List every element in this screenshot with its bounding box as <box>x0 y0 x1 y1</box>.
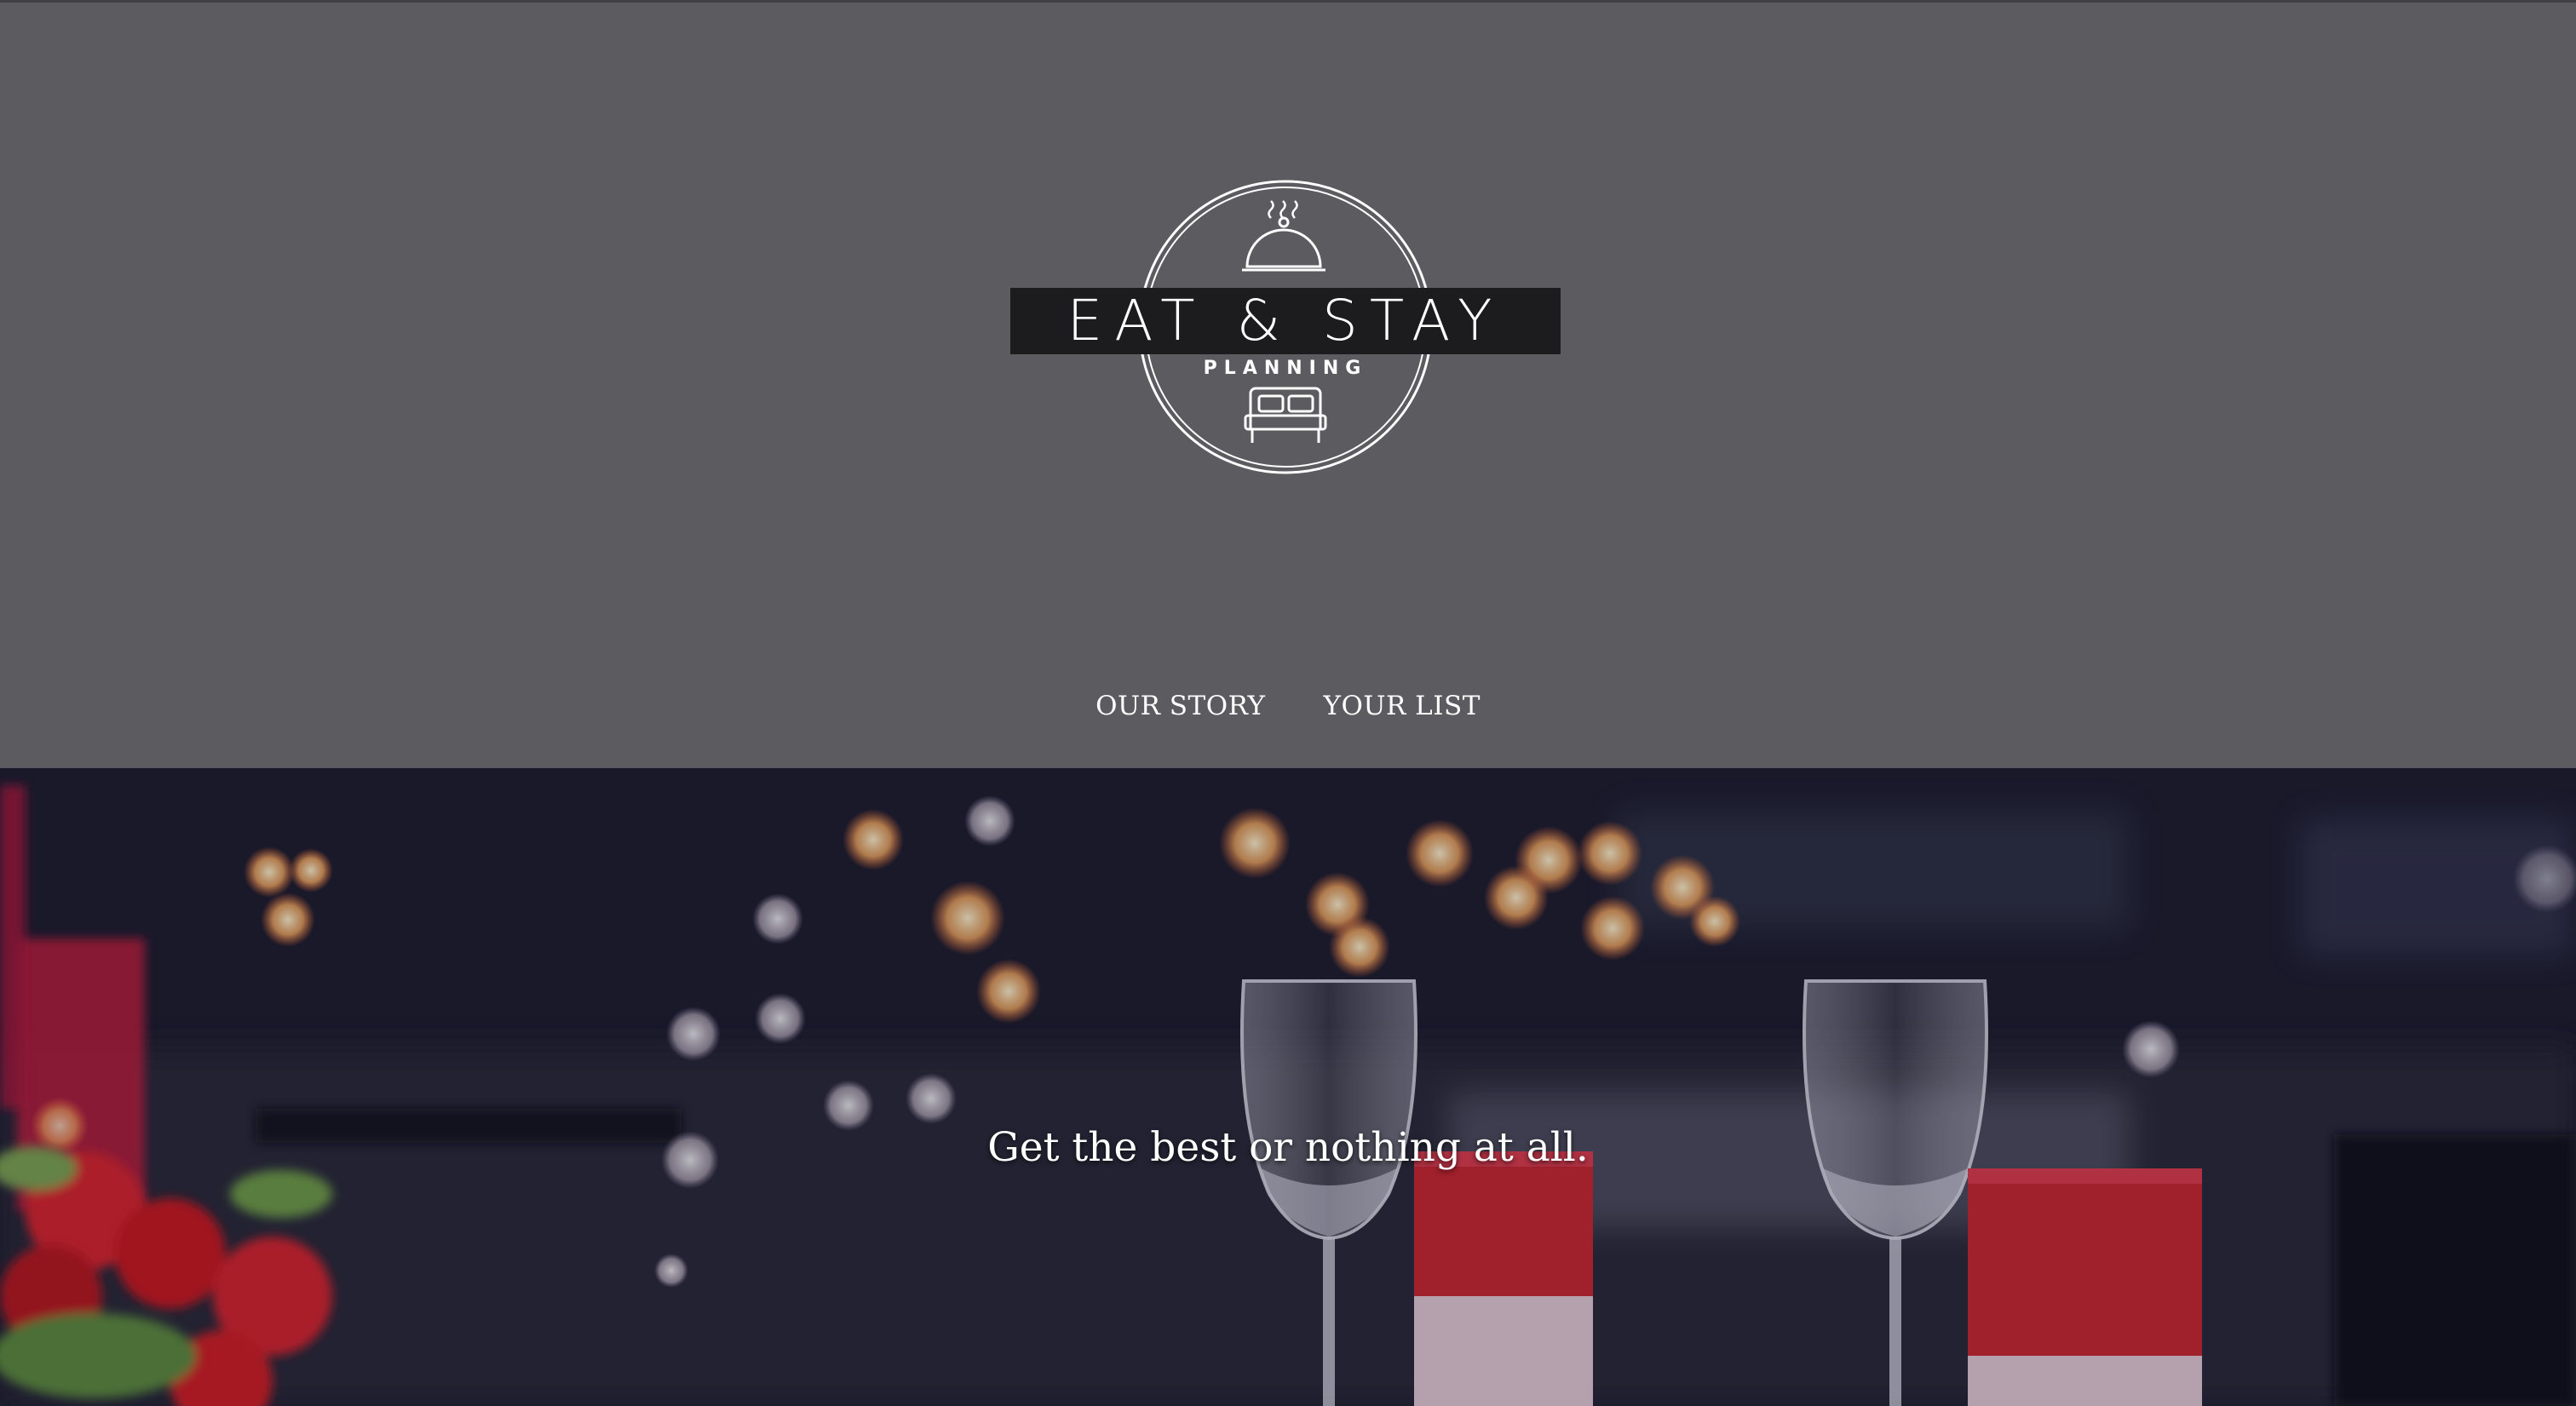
cloche-icon <box>1242 216 1325 272</box>
logo-subtitle: PLANNING <box>1204 358 1368 379</box>
logo-title: EAT & STAY <box>1067 288 1504 353</box>
logo-emblem: EAT & STAY PLANNING <box>1010 180 1561 474</box>
hero-banner: Get the best or nothing at all. <box>0 768 2576 1406</box>
hero-background-image <box>0 768 2576 1406</box>
steam-icon <box>1268 200 1298 219</box>
bed-icon <box>1244 387 1327 443</box>
site-header: EAT & STAY PLANNING OUR STORY YOUR LIST <box>0 0 2576 768</box>
nav-our-story[interactable]: OUR STORY <box>1095 691 1265 721</box>
nav-your-list[interactable]: YOUR LIST <box>1323 691 1480 721</box>
site-logo[interactable]: EAT & STAY PLANNING <box>1010 177 1561 477</box>
hero-tagline: Get the best or nothing at all. <box>987 1124 1589 1171</box>
main-nav: OUR STORY YOUR LIST <box>0 691 2576 721</box>
